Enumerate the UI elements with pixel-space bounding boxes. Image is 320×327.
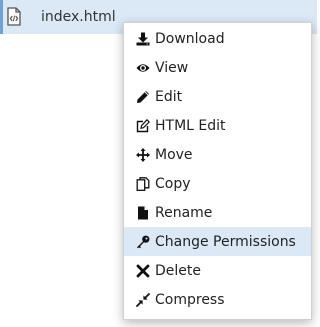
edit-square-icon (136, 118, 150, 133)
menu-item-label: Download (155, 30, 225, 47)
menu-item-edit[interactable]: Edit (124, 82, 311, 111)
menu-item-label: Compress (155, 291, 225, 308)
compress-icon (136, 292, 150, 307)
menu-item-label: Change Permissions (155, 233, 296, 250)
context-menu: Download View Edit HTML Edit Move Copy R… (123, 22, 312, 320)
menu-item-move[interactable]: Move (124, 140, 311, 169)
menu-item-delete[interactable]: Delete (124, 256, 311, 285)
menu-item-view[interactable]: View (124, 53, 311, 82)
menu-item-label: Edit (155, 88, 183, 105)
menu-item-download[interactable]: Download (124, 24, 311, 53)
download-icon (136, 32, 150, 46)
menu-item-compress[interactable]: Compress (124, 285, 311, 314)
file-name[interactable]: index.html (41, 8, 116, 26)
copy-icon (136, 176, 150, 191)
menu-item-label: Delete (155, 262, 201, 279)
file-icon (136, 206, 150, 220)
menu-item-copy[interactable]: Copy (124, 169, 311, 198)
menu-item-change-permissions[interactable]: Change Permissions (124, 227, 311, 256)
menu-item-label: HTML Edit (155, 117, 226, 134)
menu-item-label: Copy (155, 175, 191, 192)
menu-item-html-edit[interactable]: HTML Edit (124, 111, 311, 140)
menu-item-label: Move (155, 146, 193, 163)
html-file-icon (7, 7, 21, 26)
menu-item-label: View (155, 59, 189, 76)
move-arrows-icon (136, 147, 150, 162)
menu-item-label: Rename (155, 204, 213, 221)
close-icon (136, 264, 150, 278)
eye-icon (136, 61, 150, 75)
menu-item-rename[interactable]: Rename (124, 198, 311, 227)
key-icon (136, 235, 150, 249)
pencil-icon (136, 90, 150, 104)
